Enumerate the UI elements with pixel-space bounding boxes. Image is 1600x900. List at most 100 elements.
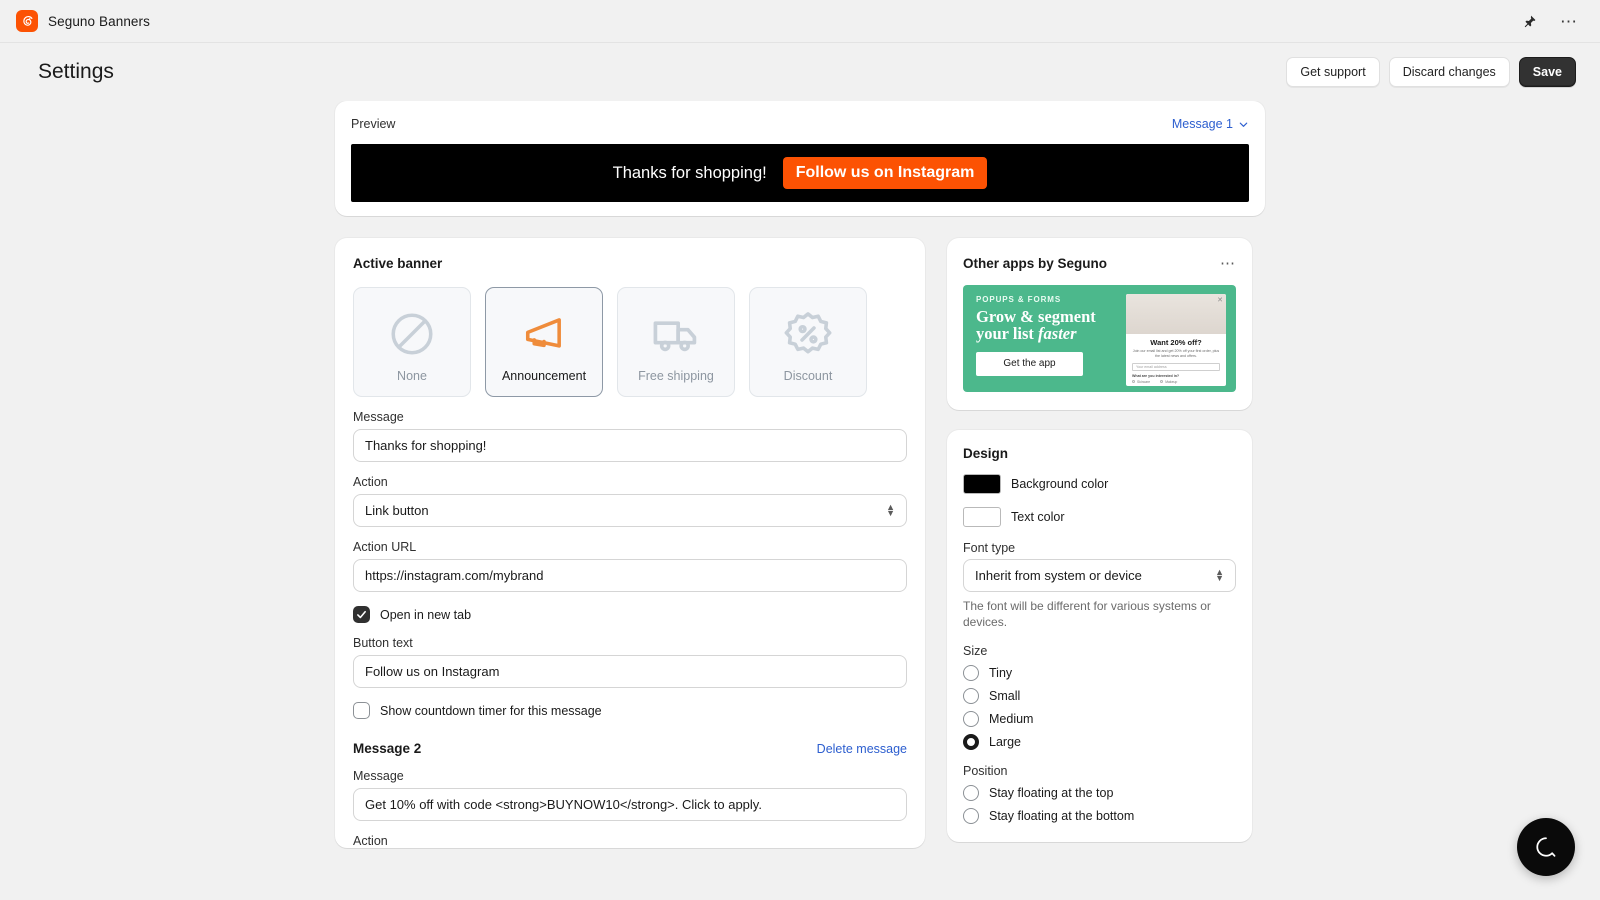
message1-action-select[interactable]: Link button ▲▼ (353, 494, 907, 527)
message1-open-new-tab-row[interactable]: Open in new tab (353, 606, 907, 623)
size-option-small-label: Small (989, 689, 1020, 703)
message2-message-label: Message (353, 769, 907, 783)
banner-type-announcement[interactable]: Announcement (485, 287, 603, 397)
active-banner-title: Active banner (353, 256, 907, 271)
background-color-swatch[interactable] (963, 474, 1001, 494)
other-apps-ellipsis-icon[interactable]: ⋯ (1220, 254, 1236, 272)
app-identity: Seguno Banners (16, 10, 150, 32)
message2-action-label: Action (353, 834, 907, 848)
open-new-tab-checkbox[interactable] (353, 606, 370, 623)
help-chat-button[interactable] (1517, 818, 1575, 876)
message1-action-field: Action Link button ▲▼ (353, 475, 907, 527)
countdown-timer-checkbox[interactable] (353, 702, 370, 719)
other-apps-card: Other apps by Seguno ⋯ POPUPS & FORMS Gr… (947, 238, 1252, 410)
promo-thumbnail: ✕ Want 20% off? Join our email list and … (1126, 294, 1226, 386)
banner-type-free-shipping[interactable]: Free shipping (617, 287, 735, 397)
size-option-large-label: Large (989, 735, 1021, 749)
message1-action-url-input[interactable]: https://instagram.com/mybrand (353, 559, 907, 592)
message1-message-input[interactable]: Thanks for shopping! (353, 429, 907, 462)
message1-message-label: Message (353, 410, 907, 424)
left-column: Active banner None (335, 238, 925, 853)
message1-button-text-label: Button text (353, 636, 907, 650)
position-option-top[interactable]: Stay floating at the top (963, 785, 1236, 801)
font-type-select[interactable]: Inherit from system or device ▲▼ (963, 559, 1236, 592)
promo-thumbnail-question: What are you interested in? (1132, 374, 1220, 378)
pin-icon[interactable] (1518, 10, 1540, 32)
banner-type-selector: None Announcement (353, 287, 907, 397)
promo-cta-button[interactable]: Get the app (976, 352, 1083, 376)
message2-delete-link[interactable]: Delete message (817, 742, 907, 756)
open-new-tab-label: Open in new tab (380, 608, 471, 622)
message2-header: Message 2 Delete message (353, 741, 907, 756)
banner-type-none-label: None (397, 369, 427, 383)
message2-action-field: Action (353, 834, 907, 848)
countdown-timer-label: Show countdown timer for this message (380, 704, 602, 718)
message1-button-text-field: Button text Follow us on Instagram (353, 636, 907, 688)
preview-label: Preview (351, 117, 395, 131)
message2-heading: Message 2 (353, 741, 421, 756)
message1-countdown-row[interactable]: Show countdown timer for this message (353, 702, 907, 719)
banner-preview-button[interactable]: Follow us on Instagram (783, 157, 988, 189)
banner-type-discount-label: Discount (784, 369, 833, 383)
truck-icon (650, 306, 702, 362)
page-title: Settings (38, 60, 114, 84)
other-apps-header: Other apps by Seguno ⋯ (963, 254, 1236, 272)
radio-icon (1132, 380, 1135, 383)
promo-banner[interactable]: POPUPS & FORMS Grow & segment your list … (963, 285, 1236, 392)
check-icon (356, 609, 367, 620)
size-option-small[interactable]: Small (963, 688, 1236, 704)
chevron-down-icon (1238, 119, 1249, 130)
columns: Active banner None (335, 238, 1265, 853)
banner-type-discount[interactable]: Discount (749, 287, 867, 397)
promo-thumbnail-option-1: Makeup (1160, 380, 1177, 384)
promo-thumbnail-title: Want 20% off? (1132, 338, 1220, 347)
select-stepper-icon: ▲▼ (1215, 570, 1224, 581)
app-name-label: Seguno Banners (48, 14, 150, 29)
promo-headline-line2: your list (976, 324, 1038, 343)
size-option-large[interactable]: Large (963, 734, 1236, 750)
message-selector[interactable]: Message 1 (1172, 117, 1249, 131)
size-option-tiny[interactable]: Tiny (963, 665, 1236, 681)
design-title: Design (963, 446, 1236, 461)
discard-changes-button[interactable]: Discard changes (1389, 57, 1510, 87)
page-body: Preview Message 1 Thanks for shopping! F… (0, 101, 1600, 900)
ellipsis-icon[interactable]: ⋯ (1558, 10, 1580, 32)
message2-message-input[interactable]: Get 10% off with code <strong>BUYNOW10</… (353, 788, 907, 821)
banner-preview: Thanks for shopping! Follow us on Instag… (351, 144, 1249, 202)
other-apps-title: Other apps by Seguno (963, 256, 1107, 271)
banner-type-free-shipping-label: Free shipping (638, 369, 714, 383)
preview-card: Preview Message 1 Thanks for shopping! F… (335, 101, 1265, 216)
select-stepper-icon: ▲▼ (886, 505, 895, 516)
radio-icon (963, 711, 979, 727)
promo-headline-emphasis: faster (1038, 324, 1077, 343)
no-entry-icon (387, 306, 437, 362)
message-selector-label: Message 1 (1172, 117, 1233, 131)
font-type-value: Inherit from system or device (975, 568, 1142, 583)
size-option-tiny-label: Tiny (989, 666, 1012, 680)
save-button[interactable]: Save (1519, 57, 1576, 87)
text-color-swatch[interactable] (963, 507, 1001, 527)
promo-thumbnail-option-1-label: Makeup (1165, 380, 1177, 384)
promo-thumbnail-subtitle: Join our email list and get 20% off your… (1132, 349, 1220, 360)
message1-button-text-input[interactable]: Follow us on Instagram (353, 655, 907, 688)
font-type-helper-text: The font will be different for various s… (963, 598, 1236, 630)
promo-headline: Grow & segment your list faster (976, 308, 1131, 343)
message2-message-field: Message Get 10% off with code <strong>BU… (353, 769, 907, 821)
radio-icon (963, 808, 979, 824)
promo-thumbnail-option-0: Skincare (1132, 380, 1150, 384)
preview-header: Preview Message 1 (351, 117, 1249, 144)
right-column: Other apps by Seguno ⋯ POPUPS & FORMS Gr… (947, 238, 1252, 842)
background-color-row: Background color (963, 474, 1236, 494)
app-bar-actions: ⋯ (1518, 10, 1584, 32)
radio-icon (963, 688, 979, 704)
banner-type-none[interactable]: None (353, 287, 471, 397)
size-option-medium[interactable]: Medium (963, 711, 1236, 727)
position-option-bottom[interactable]: Stay floating at the bottom (963, 808, 1236, 824)
radio-icon (1160, 380, 1163, 383)
text-color-label: Text color (1011, 510, 1065, 524)
get-support-button[interactable]: Get support (1286, 57, 1379, 87)
seguno-logo-icon (16, 10, 38, 32)
background-color-label: Background color (1011, 477, 1108, 491)
chat-bubble-icon (1533, 834, 1559, 860)
promo-thumbnail-option-0-label: Skincare (1137, 380, 1150, 384)
